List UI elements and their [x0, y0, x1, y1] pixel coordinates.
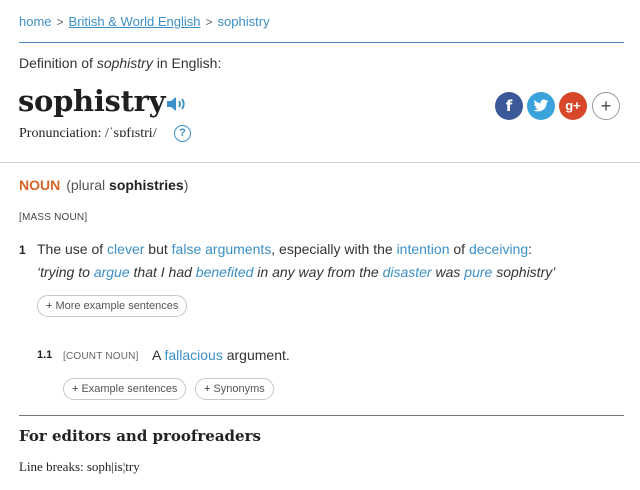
- section-divider: [0, 162, 640, 163]
- link-benefited[interactable]: benefited: [196, 264, 254, 280]
- pronunciation: Pronunciation: /ˈsɒfɪstri/: [19, 126, 157, 142]
- pronunciation-ipa: /ˈsɒfɪstri/: [104, 126, 157, 141]
- example-text: in any way from the: [253, 264, 383, 280]
- example-sentences-label: Example sentences: [81, 383, 178, 395]
- link-clever[interactable]: clever: [107, 241, 144, 257]
- definition-text: A: [152, 347, 165, 363]
- pronunciation-help-icon[interactable]: ?: [174, 125, 191, 142]
- definition-text: The use of: [37, 241, 108, 257]
- breadcrumb-section-link[interactable]: British & World English: [69, 14, 201, 29]
- subsense-number: 1.1: [37, 349, 53, 361]
- google-plus-share-button[interactable]: g+: [559, 92, 587, 120]
- link-pure[interactable]: pure: [464, 264, 492, 280]
- synonyms-label: Synonyms: [213, 383, 265, 395]
- synonyms-button[interactable]: + Synonyms: [195, 378, 274, 400]
- link-intention[interactable]: intention: [397, 241, 450, 257]
- example-text: ‘trying to: [37, 264, 94, 280]
- more-share-button[interactable]: +: [592, 92, 620, 120]
- subsense-definition: A fallacious argument.: [152, 347, 290, 363]
- top-divider: [19, 42, 624, 43]
- grammar-label: [MASS NOUN]: [19, 212, 88, 223]
- example-text: was: [431, 264, 465, 280]
- facebook-share-button[interactable]: f: [495, 92, 523, 120]
- plural-suffix: ): [183, 177, 189, 193]
- breadcrumb-separator: >: [56, 15, 64, 29]
- twitter-bird-icon: [533, 99, 549, 112]
- definition-text: but: [144, 241, 172, 257]
- link-fallacious[interactable]: fallacious: [164, 347, 222, 363]
- definition-of-word: sophistry: [96, 55, 153, 71]
- editors-heading: For editors and proofreaders: [19, 427, 261, 445]
- definition-text: :: [528, 241, 533, 257]
- breadcrumb-current-link[interactable]: sophistry: [218, 14, 270, 29]
- part-of-speech-label: NOUN: [19, 177, 61, 193]
- plural-prefix: (plural: [66, 177, 110, 193]
- example-sentence: ‘trying to argue that I had benefited in…: [37, 264, 555, 280]
- pronunciation-label: Pronunciation:: [19, 126, 105, 141]
- definition-of-suffix: in English:: [152, 55, 222, 71]
- headword: sophistry: [18, 84, 166, 118]
- more-example-sentences-label: More example sentences: [55, 300, 179, 312]
- example-text: that I had: [129, 264, 196, 280]
- line-breaks: Line breaks: soph|is¦try: [19, 459, 140, 474]
- definition-text: , especially with the: [271, 241, 397, 257]
- sense-definition: The use of clever but false arguments, e…: [37, 241, 532, 257]
- link-false-arguments[interactable]: false arguments: [172, 241, 272, 257]
- plus-icon: +: [204, 383, 211, 395]
- link-deceiving[interactable]: deceiving: [469, 241, 528, 257]
- definition-text: of: [449, 241, 469, 257]
- twitter-share-button[interactable]: [527, 92, 555, 120]
- breadcrumb-home-link[interactable]: home: [19, 14, 52, 29]
- link-disaster[interactable]: disaster: [383, 264, 432, 280]
- breadcrumb: home > British & World English > sophistry: [19, 14, 270, 29]
- plus-icon: +: [72, 383, 79, 395]
- example-sentences-button[interactable]: + Example sentences: [63, 378, 187, 400]
- bottom-divider: [19, 415, 624, 416]
- definition-text: argument.: [222, 347, 290, 363]
- breadcrumb-separator: >: [205, 15, 213, 29]
- plus-icon: +: [46, 300, 53, 312]
- subsense-grammar-label: [COUNT NOUN]: [63, 351, 139, 362]
- speaker-icon[interactable]: [166, 95, 188, 113]
- plural-form: sophistries: [109, 177, 184, 193]
- definition-of-heading: Definition of sophistry in English:: [19, 55, 221, 71]
- link-argue[interactable]: argue: [94, 264, 130, 280]
- more-example-sentences-button[interactable]: + More example sentences: [37, 295, 188, 317]
- definition-of-prefix: Definition of: [19, 55, 97, 71]
- sense-number: 1: [19, 243, 26, 257]
- part-of-speech: NOUN (plural sophistries): [19, 177, 188, 193]
- example-text: sophistry’: [492, 264, 556, 280]
